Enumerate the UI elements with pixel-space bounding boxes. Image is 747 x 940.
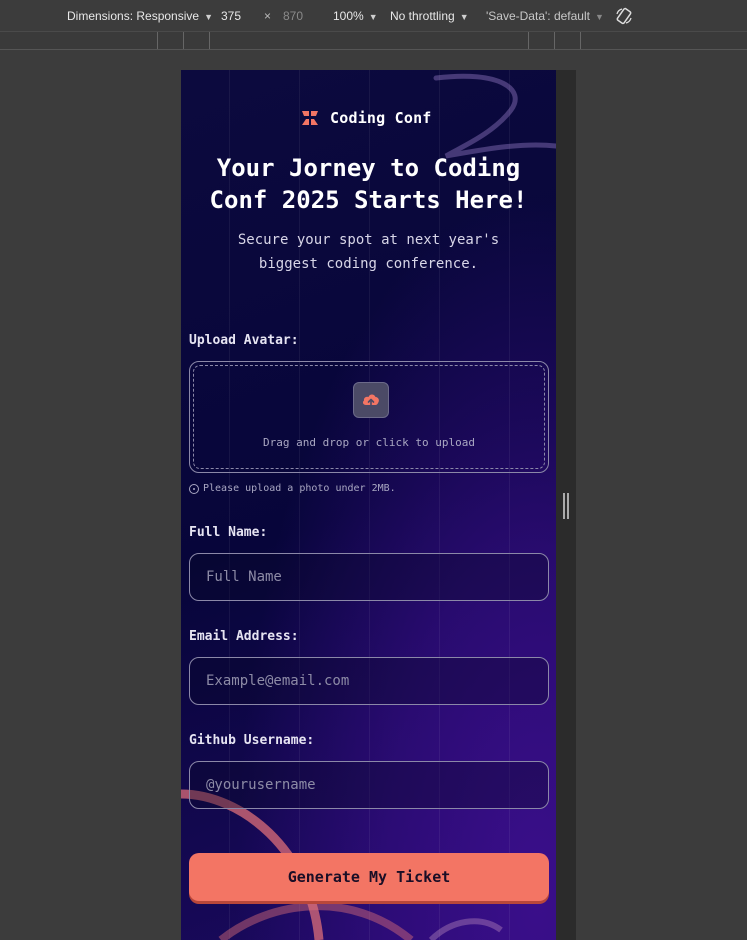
chevron-down-icon: ▼ [204,12,213,22]
page-subtitle: Secure your spot at next year's biggest … [237,232,500,272]
throttling-label: No throttling [390,9,455,23]
chevron-down-icon: ▼ [368,12,378,22]
dimensions-dropdown[interactable]: Dimensions: Responsive ▼ [67,9,213,23]
upload-hint-text: Please upload a photo under 2MB. [203,483,396,494]
media-query-ruler [0,32,747,50]
save-data-dropdown[interactable]: 'Save-Data': default ▼ [486,9,604,23]
width-input[interactable]: 375 [221,9,241,23]
page-title: Your Jorney to Coding Conf 2025 Starts H… [209,154,528,214]
mobile-viewport: Coding Conf Your Jorney to Coding Conf 2… [181,70,556,940]
upload-hint: Please upload a photo under 2MB. [189,483,396,494]
chevron-down-icon: ▼ [459,12,469,22]
avatar-dropzone[interactable]: Drag and drop or click to upload [189,361,549,473]
save-data-label: 'Save-Data': default [486,9,590,23]
full-name-input[interactable] [189,553,549,601]
throttling-dropdown[interactable]: No throttling ▼ [390,9,469,23]
zoom-label: 100% [333,9,364,23]
github-label: Github Username: [189,733,315,748]
email-label: Email Address: [189,629,299,644]
zoom-dropdown[interactable]: 100% ▼ [333,9,378,23]
generate-ticket-button[interactable]: Generate My Ticket [189,853,549,901]
rotate-button[interactable] [614,6,634,29]
device-toolbar: Dimensions: Responsive ▼ 375 × 870 100% ▼ … [0,0,747,32]
resize-handle[interactable] [563,493,569,519]
brand-name: Coding Conf [330,109,432,127]
dimensions-label: Dimensions: Responsive [67,9,200,23]
logo-icon [302,111,318,125]
upload-instructions: Drag and drop or click to upload [263,436,475,449]
email-input[interactable] [189,657,549,705]
dropzone-inner: Drag and drop or click to upload [193,365,545,469]
times-icon: × [264,9,272,23]
height-input[interactable]: 870 [283,9,303,23]
avatar-label: Upload Avatar: [189,333,299,348]
info-icon [189,483,199,494]
chevron-down-icon: ▼ [594,12,604,22]
rotate-icon [616,7,632,25]
full-name-label: Full Name: [189,525,268,540]
github-input[interactable] [189,761,549,809]
cloud-upload-icon [362,394,379,408]
brand-logo: Coding Conf [300,108,432,128]
upload-icon-box [353,382,389,418]
